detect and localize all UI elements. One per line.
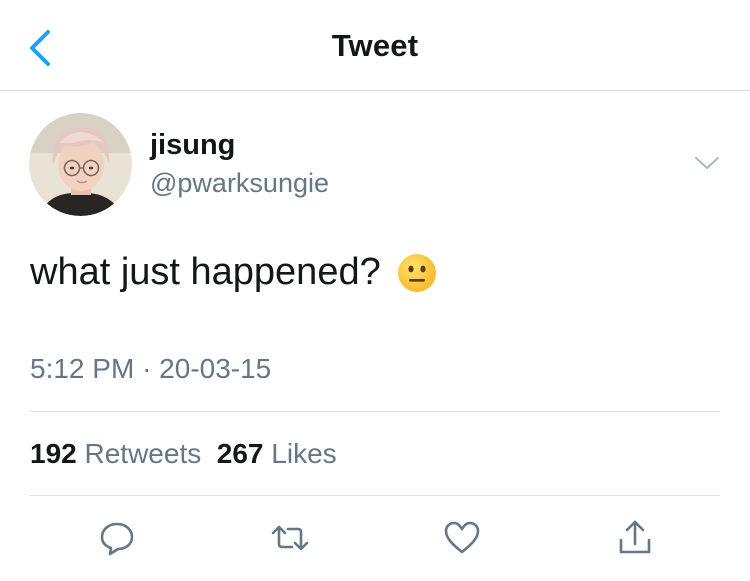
- navigation-bar: Tweet: [0, 0, 750, 91]
- retweets-count[interactable]: 192: [30, 438, 77, 469]
- tweet-stats: 192 Retweets 267 Likes: [30, 438, 337, 470]
- tweet-text: what just happened?: [30, 251, 381, 293]
- neutral-face-emoji: [397, 253, 436, 292]
- divider: [30, 495, 720, 496]
- likes-label[interactable]: Likes: [271, 438, 336, 469]
- avatar[interactable]: [29, 113, 132, 216]
- retweet-icon[interactable]: [270, 518, 310, 558]
- meta-separator: ·: [142, 353, 152, 384]
- tweet-date: 20-03-15: [159, 353, 272, 384]
- reply-icon[interactable]: [97, 518, 137, 558]
- likes-count[interactable]: 267: [217, 438, 264, 469]
- tweet-body: what just happened?: [30, 251, 437, 294]
- share-icon[interactable]: [615, 518, 655, 558]
- like-icon[interactable]: [442, 518, 482, 558]
- tweet-time: 5:12 PM: [30, 353, 135, 384]
- divider: [30, 411, 720, 412]
- tweet-timestamp: 5:12 PM · 20-03-15: [30, 353, 271, 385]
- page-title: Tweet: [331, 28, 419, 63]
- author-handle[interactable]: @pwarksungie: [150, 168, 329, 199]
- chevron-down-icon[interactable]: [694, 153, 720, 173]
- author-name[interactable]: jisung: [150, 129, 235, 162]
- retweets-label[interactable]: Retweets: [85, 438, 202, 469]
